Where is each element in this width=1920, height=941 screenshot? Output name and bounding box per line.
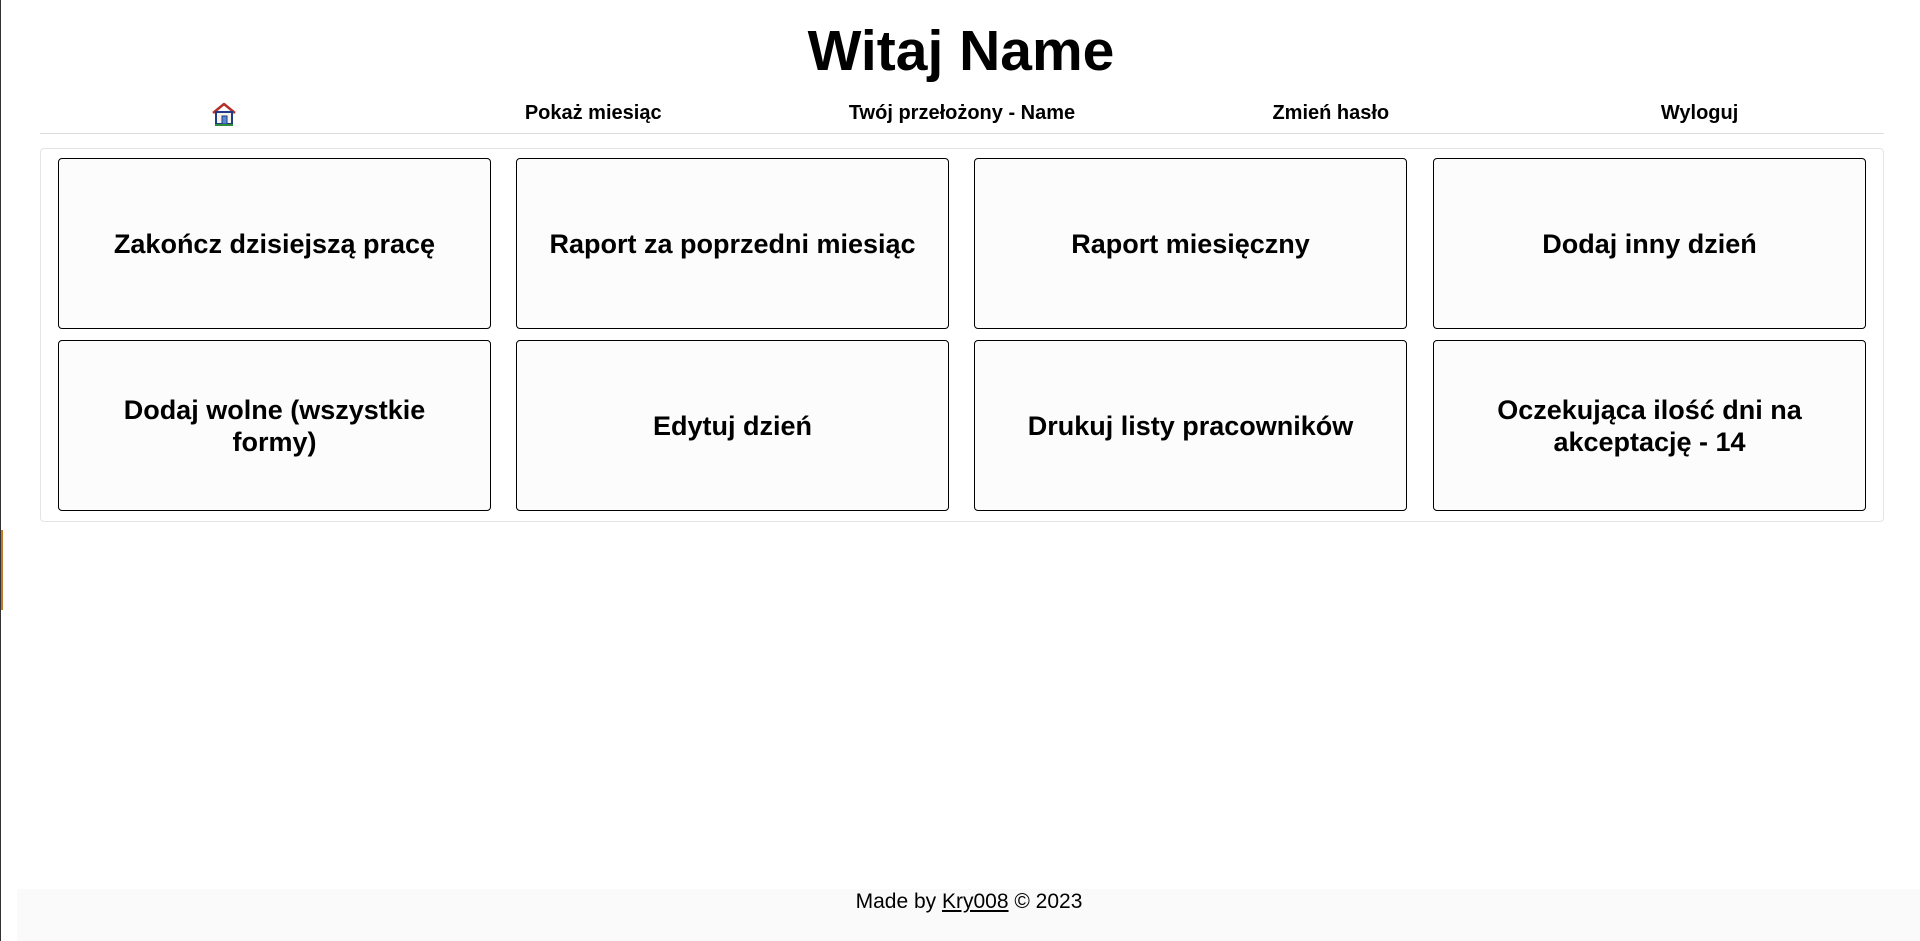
nav-supervisor[interactable]: Twój przełożony - Name xyxy=(778,102,1147,125)
footer-copyright: © 2023 xyxy=(1014,890,1083,913)
finish-today-button[interactable]: Zakończ dzisiejszą pracę xyxy=(58,158,491,329)
nav-logout[interactable]: Wyloguj xyxy=(1515,102,1884,125)
home-icon xyxy=(210,100,238,128)
footer-credit: Made by Kry008 © 2023 xyxy=(17,889,1920,915)
author-link[interactable]: Kry008 xyxy=(942,890,1009,913)
previous-month-report-button[interactable]: Raport za poprzedni miesiąc xyxy=(516,158,949,329)
page-title: Witaj Name xyxy=(807,19,1115,83)
edit-day-button[interactable]: Edytuj dzień xyxy=(516,340,949,511)
monthly-report-button[interactable]: Raport miesięczny xyxy=(974,158,1407,329)
window-edge-accent xyxy=(1,530,3,610)
page: Witaj Name Pokaż miesiąc Twój przełożony… xyxy=(0,0,1920,941)
nav-home-link[interactable] xyxy=(40,100,409,128)
add-other-day-button[interactable]: Dodaj inny dzień xyxy=(1433,158,1866,329)
nav-show-month[interactable]: Pokaż miesiąc xyxy=(409,102,778,125)
top-nav: Pokaż miesiąc Twój przełożony - Name Zmi… xyxy=(40,94,1884,134)
nav-change-password[interactable]: Zmień hasło xyxy=(1146,102,1515,125)
footer: Made by Kry008 © 2023 xyxy=(17,889,1920,941)
print-employee-lists-button[interactable]: Drukuj listy pracowników xyxy=(974,340,1407,511)
actions-panel: Zakończ dzisiejszą pracę Raport za poprz… xyxy=(40,148,1884,522)
footer-prefix: Made by xyxy=(855,890,937,913)
add-leave-button[interactable]: Dodaj wolne (wszystkie formy) xyxy=(58,340,491,511)
pending-days-button[interactable]: Oczekująca ilość dni na akceptację - 14 xyxy=(1433,340,1866,511)
